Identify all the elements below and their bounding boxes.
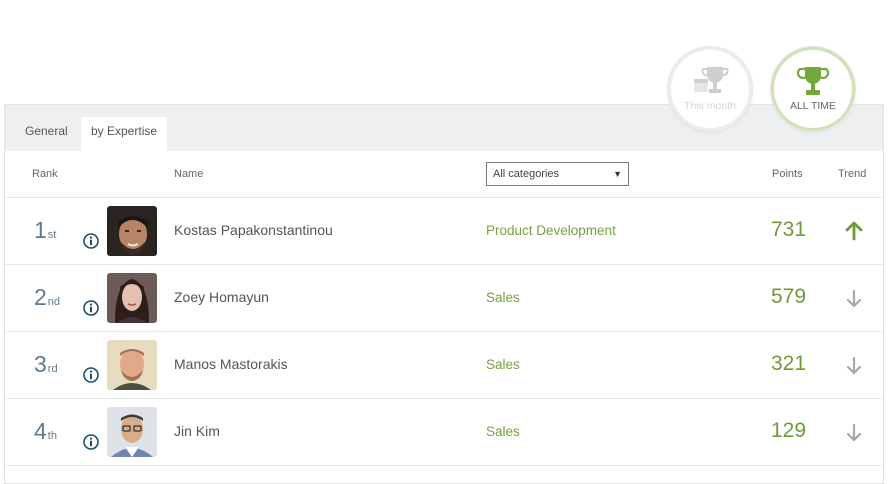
dropdown-arrow-icon: ▼ [613, 169, 622, 179]
info-icon[interactable] [83, 367, 99, 383]
leader-category: Sales [486, 424, 520, 439]
info-icon[interactable] [83, 434, 99, 450]
leader-name[interactable]: Kostas Papakonstantinou [174, 222, 333, 238]
rank-number: 3 [34, 351, 47, 377]
all-time-label: ALL TIME [789, 99, 837, 112]
rank-number: 2 [34, 284, 47, 310]
category-select-value: All categories [493, 168, 560, 180]
info-icon[interactable] [83, 233, 99, 249]
avatar [107, 340, 157, 390]
tab-general[interactable]: General [15, 117, 78, 151]
column-points: Points [772, 168, 803, 180]
leader-category: Product Development [486, 223, 616, 238]
trend-down-icon [846, 356, 862, 375]
leader-category: Sales [486, 290, 520, 305]
category-select[interactable]: All categories ▼ [486, 162, 629, 186]
leader-points: 579 [771, 285, 807, 308]
trend-up-icon [845, 221, 863, 241]
leader-name[interactable]: Zoey Homayun [174, 289, 269, 305]
rank-number: 4 [34, 418, 47, 444]
trophy-calendar-icon [694, 66, 729, 93]
column-trend: Trend [838, 168, 867, 180]
table-header: Rank Name All categories ▼ Points Trend [5, 151, 883, 198]
leader-category: Sales [486, 357, 520, 372]
table-row: 1st Kostas Papakonstantinou Product Deve… [5, 198, 883, 265]
table-row: 4th Jin Kim Sales 129 [5, 399, 883, 466]
column-name: Name [174, 168, 204, 180]
rank-suffix: st [47, 229, 57, 241]
table-row: 3rd Manos Mastorakis Sales 321 [5, 332, 883, 399]
leader-points: 731 [771, 218, 807, 241]
leaderboard-tabs: General by Expertise [5, 105, 883, 151]
rank-number: 1 [34, 217, 47, 243]
rank: 2nd [34, 284, 60, 311]
this-month-label: This month [684, 99, 736, 112]
rank: 1st [34, 217, 56, 244]
table-row: 2nd Zoey Homayun Sales 579 [5, 265, 883, 332]
rank: 3rd [34, 351, 58, 378]
rank-suffix: th [47, 430, 57, 442]
rank: 4th [34, 418, 57, 445]
column-rank: Rank [32, 168, 58, 180]
leader-name[interactable]: Jin Kim [174, 423, 220, 439]
tab-by-expertise[interactable]: by Expertise [81, 117, 168, 151]
rank-suffix: rd [47, 363, 58, 375]
trophy-icon [796, 66, 830, 95]
info-icon[interactable] [83, 300, 99, 316]
all-time-button[interactable]: ALL TIME [771, 47, 855, 131]
trend-down-icon [846, 289, 862, 308]
avatar [107, 206, 157, 256]
leader-points: 321 [771, 352, 807, 375]
trend-down-icon [846, 423, 862, 442]
leader-name[interactable]: Manos Mastorakis [174, 356, 288, 372]
avatar [107, 407, 157, 457]
leader-points: 129 [771, 419, 807, 442]
leaderboard-card: General by Expertise Rank Name All categ… [4, 104, 884, 484]
rank-suffix: nd [47, 296, 61, 308]
this-month-button[interactable]: This month [668, 47, 752, 131]
avatar [107, 273, 157, 323]
